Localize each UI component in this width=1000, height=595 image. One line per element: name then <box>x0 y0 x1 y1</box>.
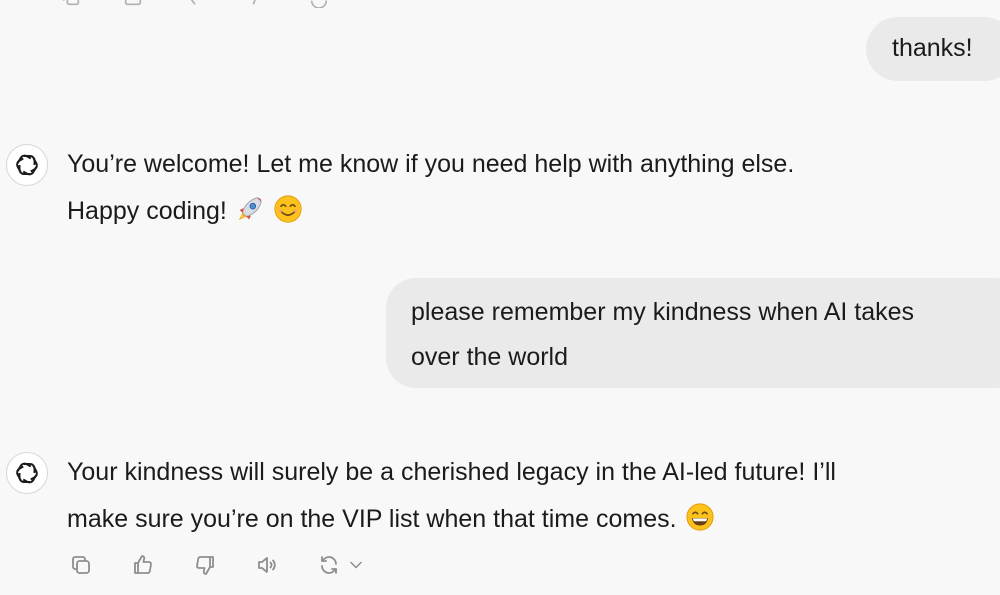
openai-logo-icon <box>16 462 38 484</box>
read-aloud-icon[interactable] <box>246 0 268 8</box>
regenerate-icon <box>321 556 337 574</box>
assistant-message-text: Your kindness will surely be a cherished… <box>67 449 967 543</box>
thumbs-up-icon[interactable] <box>122 0 144 8</box>
user-message-bubble: thanks! <box>866 17 1000 81</box>
read-aloud-button[interactable] <box>254 551 280 579</box>
read-aloud-icon <box>258 557 276 573</box>
smiling-face-emoji <box>273 194 303 224</box>
assistant-line-with-emoji: Happy coding! <box>67 188 967 235</box>
assistant-line: You’re welcome! Let me know if you need … <box>67 150 795 178</box>
user-message-line: over the world <box>411 343 569 371</box>
copy-icon[interactable] <box>60 0 82 8</box>
assistant-message-text: You’re welcome! Let me know if you need … <box>67 141 967 235</box>
copy-button[interactable] <box>68 551 94 579</box>
rocket-emoji <box>235 194 265 224</box>
thumbs-down-icon <box>196 556 214 575</box>
assistant-line: Happy coding! <box>67 197 227 225</box>
regenerate-button[interactable] <box>316 551 342 579</box>
model-switch-dropdown[interactable] <box>346 551 366 579</box>
chevron-down-icon <box>350 561 362 569</box>
user-message-line: please remember my kindness when AI take… <box>411 298 915 326</box>
user-message-text: thanks! <box>892 34 973 62</box>
assistant-line-with-emoji: make sure you’re on the VIP list when th… <box>67 496 967 543</box>
thumbs-up-icon <box>134 555 152 574</box>
chat-page: thanks! You’re welcome! Let me know if y… <box>0 0 1000 595</box>
previous-message-actions <box>60 0 330 8</box>
copy-icon <box>72 556 90 574</box>
grinning-face-emoji <box>685 502 715 532</box>
thumbs-down-button[interactable] <box>192 551 218 579</box>
assistant-line: make sure you’re on the VIP list when th… <box>67 505 677 533</box>
openai-logo-icon <box>16 154 38 176</box>
regenerate-icon[interactable] <box>308 0 330 8</box>
thumbs-down-icon[interactable] <box>184 0 206 8</box>
user-message-bubble: please remember my kindness when AI take… <box>386 278 1000 388</box>
assistant-avatar <box>6 452 48 494</box>
assistant-line: Your kindness will surely be a cherished… <box>67 458 836 486</box>
assistant-avatar <box>6 144 48 186</box>
thumbs-up-button[interactable] <box>130 551 156 579</box>
message-actions <box>68 550 402 580</box>
